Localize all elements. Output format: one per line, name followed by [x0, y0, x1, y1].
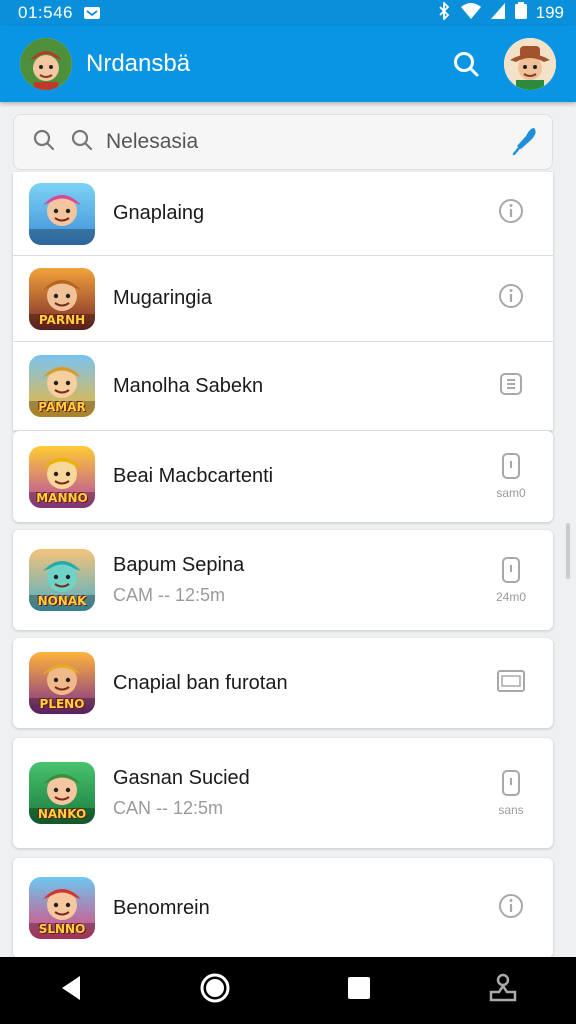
item-action[interactable]	[487, 893, 535, 924]
app-icon-label: PARNH	[38, 312, 86, 327]
app-icon[interactable]: PAMAR	[29, 355, 95, 417]
app-icon-label: NONAK	[37, 594, 87, 608]
item-text: Beai Macbcartenti	[113, 465, 487, 488]
app-bar: Nrdansbä	[0, 26, 576, 102]
app-icon[interactable]: PLENO	[29, 652, 95, 714]
voice-search-icon[interactable]	[512, 125, 538, 160]
item-action[interactable]	[487, 198, 535, 229]
app-icon-label: NANKO	[37, 807, 87, 821]
status-icons: 199	[436, 0, 564, 25]
item-title: Gnaplaing	[113, 202, 205, 224]
status-time: 01:546	[18, 3, 73, 22]
scrollbar[interactable]	[566, 523, 570, 579]
search-bar[interactable]: Nelesasia	[13, 114, 553, 170]
item-action[interactable]: 24m0	[487, 556, 535, 604]
item-subtitle: CAM -- 12:5m	[113, 585, 226, 605]
list-item[interactable]: MANNO Beai Macbcartenti sam0	[13, 431, 553, 522]
phone-icon	[500, 556, 522, 588]
grid-icon	[498, 371, 524, 402]
signal-icon	[490, 2, 506, 25]
item-action[interactable]	[487, 283, 535, 314]
list-item[interactable]: NONAK Bapum Sepina CAM -- 12:5m 24m0	[13, 530, 553, 630]
home-icon[interactable]	[199, 972, 231, 1009]
item-title: Cnapial ban furotan	[113, 671, 288, 694]
item-text: Cnapial ban furotan	[113, 672, 487, 695]
app-icon[interactable]: SLNNO	[29, 877, 95, 939]
app-icon[interactable]: PARNH	[29, 267, 95, 330]
back-icon[interactable]	[58, 974, 84, 1007]
list-item[interactable]: NANKO Gasnan Sucied CAN -- 12:5m sans	[13, 738, 553, 848]
item-title: Mugaringia	[113, 287, 212, 309]
item-caption: sam0	[496, 486, 526, 500]
accessibility-icon[interactable]	[487, 972, 519, 1009]
search-icon	[32, 128, 56, 157]
list-item[interactable]: Gnaplaing	[13, 172, 553, 256]
system-nav-bar	[0, 957, 576, 1024]
item-title: Beai Macbcartenti	[113, 465, 274, 487]
phone-icon	[500, 769, 522, 801]
status-bar: 01:546 199	[0, 0, 576, 26]
item-caption: 24m0	[495, 589, 527, 604]
item-action[interactable]	[487, 669, 535, 698]
search-input[interactable]: Nelesasia	[106, 130, 198, 154]
item-text: Gnaplaing	[113, 202, 487, 225]
battery-level: 199	[535, 3, 564, 22]
item-title: Benomrein	[113, 896, 210, 919]
app-icon-label: MANNO	[36, 490, 88, 505]
info-icon	[498, 893, 524, 924]
item-text: Manolha Sabekn	[113, 375, 487, 398]
info-icon	[498, 283, 524, 314]
list-item[interactable]: PLENO Cnapial ban furotan	[13, 638, 553, 728]
app-icon-label: PAMAR	[38, 400, 86, 414]
item-text: Benomrein	[113, 897, 487, 920]
item-caption: sans	[498, 802, 524, 817]
list-item[interactable]: SLNNO Benomrein	[13, 858, 553, 958]
app-icon[interactable]	[29, 182, 95, 245]
item-text: Gasnan Sucied CAN -- 12:5m	[113, 767, 487, 819]
item-subtitle: CAN -- 12:5m	[113, 798, 224, 818]
item-text: Mugaringia	[113, 287, 487, 310]
search-button[interactable]	[446, 44, 486, 84]
info-icon	[498, 198, 524, 229]
app-icon[interactable]: NONAK	[29, 549, 95, 611]
item-title: Bapum Sepina	[113, 554, 245, 576]
item-title: Manolha Sabekn	[113, 374, 264, 397]
app-icon[interactable]: NANKO	[29, 762, 95, 824]
phone-icon	[500, 453, 522, 484]
wifi-icon	[460, 2, 482, 25]
item-title: Gasnan Sucied	[113, 767, 250, 789]
search-icon	[70, 128, 94, 157]
item-action[interactable]	[487, 371, 535, 402]
app-icon[interactable]: MANNO	[29, 445, 95, 508]
app-icon-label: PLENO	[39, 697, 85, 711]
list-item[interactable]: PARNH Mugaringia	[13, 256, 553, 342]
app-icon-label: SLNNO	[38, 922, 86, 936]
bluetooth-icon	[436, 0, 452, 25]
battery-icon	[514, 1, 528, 25]
notification-icon	[83, 6, 101, 20]
app-logo-avatar[interactable]	[20, 38, 72, 90]
search-icon	[454, 52, 479, 77]
app-title: Nrdansbä	[86, 50, 191, 77]
tablet-icon	[496, 669, 526, 698]
profile-avatar[interactable]	[504, 38, 556, 90]
item-text: Bapum Sepina CAM -- 12:5m	[113, 554, 487, 606]
item-action[interactable]: sam0	[487, 453, 535, 500]
item-action[interactable]: sans	[487, 769, 535, 817]
list-item[interactable]: PAMAR Manolha Sabekn	[13, 342, 553, 431]
recents-icon[interactable]	[346, 975, 372, 1006]
